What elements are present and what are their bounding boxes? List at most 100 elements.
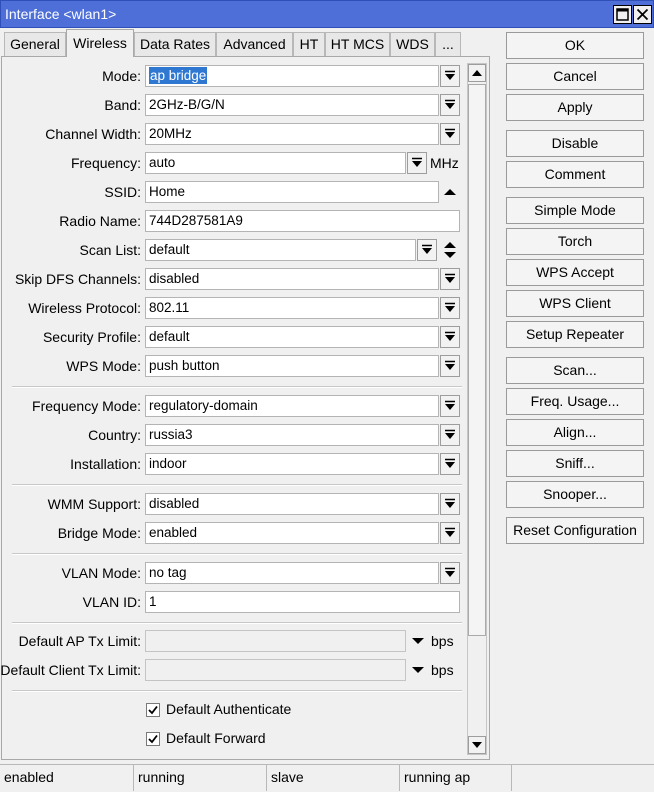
dropdown-arrow-icon [445, 99, 455, 109]
mode-dropdown-button[interactable] [440, 65, 460, 87]
vertical-scrollbar[interactable] [467, 63, 487, 755]
simple-mode-button[interactable]: Simple Mode [506, 197, 644, 224]
ssid-input[interactable]: Home [145, 181, 439, 203]
collapse-up-icon [444, 189, 456, 195]
frequency-mode-label: Frequency Mode: [32, 398, 141, 414]
default-client-tx-limit-unit: bps [431, 662, 454, 678]
radio-name-label: Radio Name: [59, 213, 141, 229]
window-titlebar[interactable]: Interface <wlan1> [0, 0, 654, 28]
country-dropdown-button[interactable] [440, 424, 460, 446]
reset-configuration-button[interactable]: Reset Configuration [506, 517, 644, 544]
default-forward-checkbox[interactable] [146, 732, 160, 746]
radio-name-input[interactable]: 744D287581A9 [145, 210, 460, 232]
scan-list-select[interactable]: default [145, 239, 416, 261]
ok-button[interactable]: OK [506, 32, 644, 59]
tab-ht[interactable]: HT [293, 32, 325, 56]
security-profile-dropdown-button[interactable] [440, 326, 460, 348]
bridge-mode-dropdown-button[interactable] [440, 522, 460, 544]
ssid-collapse-button[interactable] [442, 181, 458, 203]
installation-select[interactable]: indoor [145, 453, 439, 475]
ssid-label: SSID: [104, 184, 141, 200]
torch-button[interactable]: Torch [506, 228, 644, 255]
snooper-button[interactable]: Snooper... [506, 481, 644, 508]
scan-list-add-remove-button[interactable] [442, 239, 458, 261]
dropdown-arrow-icon [445, 70, 455, 80]
sniff-button[interactable]: Sniff... [506, 450, 644, 477]
vlan-id-input[interactable]: 1 [145, 591, 460, 613]
dropdown-arrow-icon [445, 273, 455, 283]
band-dropdown-button[interactable] [440, 94, 460, 116]
default-forward-label: Default Forward [166, 730, 266, 746]
installation-dropdown-button[interactable] [440, 453, 460, 475]
tab-more[interactable]: ... [435, 32, 461, 56]
dropdown-arrow-icon [412, 157, 422, 167]
wireless-protocol-label: Wireless Protocol: [28, 300, 141, 316]
tab-wireless[interactable]: Wireless [66, 29, 134, 57]
up-down-arrows-icon [444, 242, 456, 258]
status-bar: enabled running slave running ap [0, 764, 654, 792]
tab-ht-mcs[interactable]: HT MCS [325, 32, 390, 56]
checkmark-icon [148, 734, 158, 744]
maximize-button[interactable] [613, 5, 632, 24]
country-select[interactable]: russia3 [145, 424, 439, 446]
channel-width-dropdown-button[interactable] [440, 123, 460, 145]
align-button[interactable]: Align... [506, 419, 644, 446]
default-ap-tx-limit-label: Default AP Tx Limit: [18, 633, 141, 649]
scroll-down-button[interactable] [468, 736, 486, 754]
tab-general[interactable]: General [4, 32, 66, 56]
tab-wds[interactable]: WDS [390, 32, 435, 56]
wps-accept-button[interactable]: WPS Accept [506, 259, 644, 286]
wmm-support-label: WMM Support: [47, 496, 141, 512]
default-client-tx-limit-dropdown[interactable] [410, 659, 426, 681]
cancel-button[interactable]: Cancel [506, 63, 644, 90]
frequency-select[interactable]: auto [145, 152, 406, 174]
band-select[interactable]: 2GHz-B/G/N [145, 94, 439, 116]
status-running: running [134, 765, 267, 791]
wireless-protocol-dropdown-button[interactable] [440, 297, 460, 319]
wireless-settings-panel: Mode: ap bridge Band: 2GHz-B/G/N Channel… [0, 56, 490, 760]
mode-select[interactable]: ap bridge [145, 65, 439, 87]
scan-button[interactable]: Scan... [506, 357, 644, 384]
frequency-unit: MHz [430, 155, 459, 171]
tab-data-rates[interactable]: Data Rates [134, 32, 216, 56]
wmm-support-dropdown-button[interactable] [440, 493, 460, 515]
skip-dfs-dropdown-button[interactable] [440, 268, 460, 290]
wps-client-button[interactable]: WPS Client [506, 290, 644, 317]
bridge-mode-select[interactable]: enabled [145, 522, 439, 544]
dropdown-arrow-icon [445, 331, 455, 341]
section-divider [12, 622, 462, 624]
status-enabled: enabled [0, 765, 134, 791]
wmm-support-select[interactable]: disabled [145, 493, 439, 515]
security-profile-select[interactable]: default [145, 326, 439, 348]
default-ap-tx-limit-dropdown[interactable] [410, 630, 426, 652]
scrollbar-thumb[interactable] [468, 84, 486, 636]
dropdown-arrow-icon [445, 302, 455, 312]
setup-repeater-button[interactable]: Setup Repeater [506, 321, 644, 348]
skip-dfs-select[interactable]: disabled [145, 268, 439, 290]
disable-button[interactable]: Disable [506, 130, 644, 157]
wireless-protocol-select[interactable]: 802.11 [145, 297, 439, 319]
freq-usage-button[interactable]: Freq. Usage... [506, 388, 644, 415]
tab-advanced[interactable]: Advanced [216, 32, 293, 56]
scan-list-dropdown-button[interactable] [417, 239, 437, 261]
default-client-tx-limit-label: Default Client Tx Limit: [0, 662, 141, 678]
maximize-icon [616, 8, 629, 21]
comment-button[interactable]: Comment [506, 161, 644, 188]
arrow-up-icon [472, 70, 482, 76]
default-ap-tx-limit-input[interactable] [145, 630, 406, 652]
channel-width-select[interactable]: 20MHz [145, 123, 439, 145]
wps-mode-select[interactable]: push button [145, 355, 439, 377]
wps-mode-dropdown-button[interactable] [440, 355, 460, 377]
frequency-mode-select[interactable]: regulatory-domain [145, 395, 439, 417]
close-icon [636, 8, 649, 21]
frequency-dropdown-button[interactable] [407, 152, 427, 174]
frequency-mode-dropdown-button[interactable] [440, 395, 460, 417]
scroll-up-button[interactable] [468, 64, 486, 82]
section-divider [12, 690, 462, 692]
default-client-tx-limit-input[interactable] [145, 659, 406, 681]
close-button[interactable] [633, 5, 652, 24]
vlan-mode-select[interactable]: no tag [145, 562, 439, 584]
apply-button[interactable]: Apply [506, 94, 644, 121]
default-authenticate-checkbox[interactable] [146, 703, 160, 717]
vlan-mode-dropdown-button[interactable] [440, 562, 460, 584]
